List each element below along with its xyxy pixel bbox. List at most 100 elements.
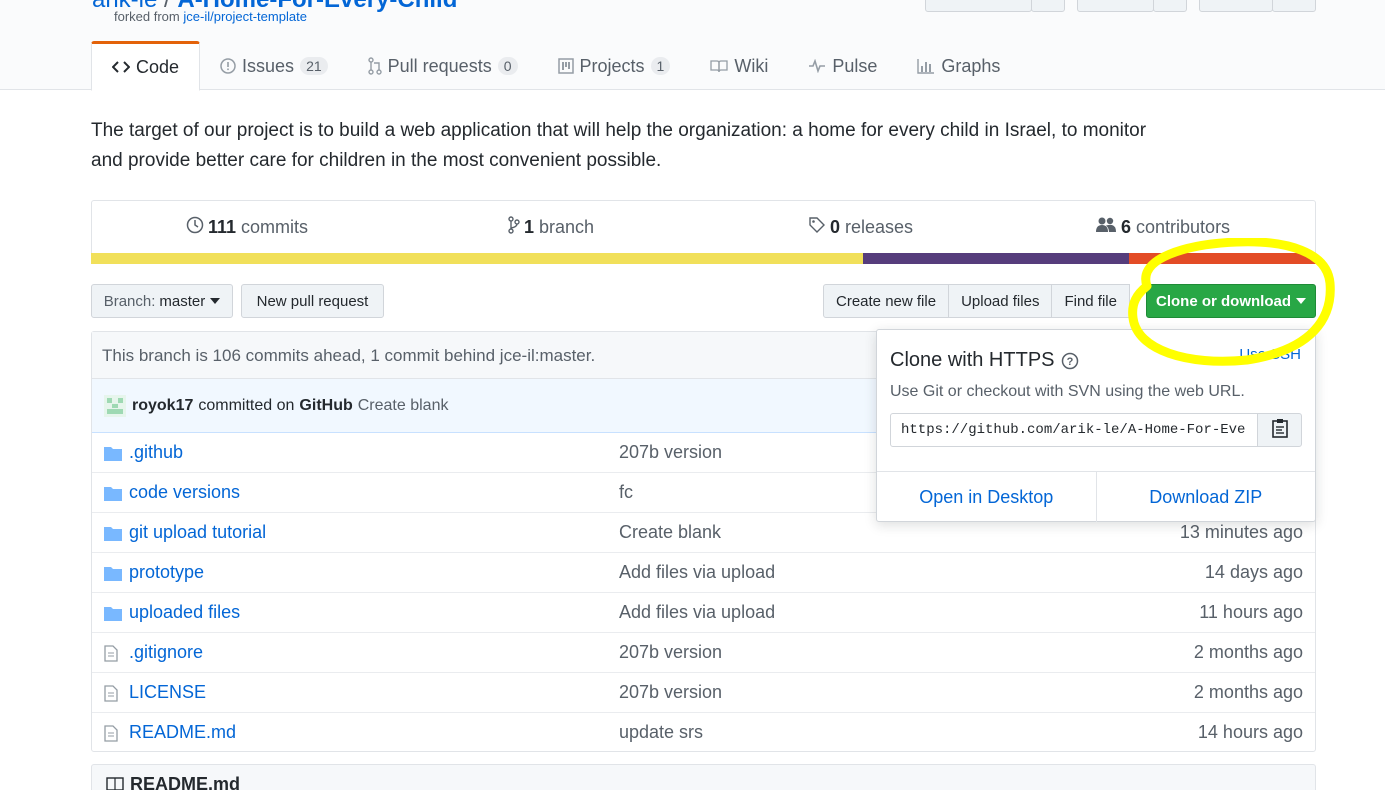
file-commit-message[interactable]: 207b version: [619, 442, 722, 463]
book-icon: [710, 59, 728, 73]
file-commit-message[interactable]: 207b version: [619, 682, 722, 703]
releases-label: releases: [845, 217, 914, 237]
file-name-link[interactable]: LICENSE: [129, 682, 206, 703]
clone-title: Clone with HTTPS ?: [890, 349, 1079, 372]
copy-to-clipboard-button[interactable]: [1257, 413, 1302, 447]
issue-icon: [220, 58, 236, 74]
language-bar[interactable]: [91, 253, 1316, 264]
commits-label: commits: [241, 217, 309, 237]
fork-count[interactable]: [1272, 0, 1316, 12]
graph-icon: [917, 58, 935, 74]
download-zip-button[interactable]: Download ZIP: [1097, 472, 1316, 522]
file-age: 14 hours ago: [1197, 722, 1303, 742]
tab-code[interactable]: Code: [91, 41, 201, 91]
file-age: 11 hours ago: [1199, 602, 1303, 622]
language-bar-segment[interactable]: [91, 253, 863, 264]
branch-label: branch: [539, 217, 595, 237]
new-pull-request-button[interactable]: New pull request: [241, 284, 384, 318]
contributors-count: 6: [1121, 217, 1132, 237]
language-bar-segment[interactable]: [862, 253, 1129, 264]
watch-count[interactable]: [1031, 0, 1065, 12]
question-icon[interactable]: ?: [1061, 352, 1079, 370]
tab-issues[interactable]: Issues 21: [200, 41, 348, 91]
commits-link[interactable]: 111 commits: [186, 216, 308, 239]
branches-link[interactable]: 1 branch: [508, 216, 594, 239]
tab-wiki[interactable]: Wiki: [690, 41, 788, 91]
avatar[interactable]: [104, 394, 126, 417]
tab-label: Code: [136, 56, 180, 77]
watch-button[interactable]: [925, 0, 1032, 12]
file-name-link[interactable]: uploaded files: [129, 602, 240, 623]
file-name-link[interactable]: README.md: [129, 722, 236, 743]
tab-graphs[interactable]: Graphs: [897, 41, 1020, 91]
language-bar-segment[interactable]: [1128, 253, 1316, 264]
folder-icon: [104, 565, 122, 586]
folder-icon: [104, 445, 122, 466]
projects-count-badge: 1: [650, 57, 671, 75]
file-name-link[interactable]: .github: [129, 442, 183, 463]
file-age: 2 months ago: [1193, 642, 1303, 662]
folder-icon: [104, 605, 122, 626]
file-name-link[interactable]: code versions: [129, 482, 240, 503]
branch-select-name: master: [159, 292, 206, 310]
file-commit-message[interactable]: 207b version: [619, 642, 722, 663]
folder-icon: [104, 485, 122, 506]
branch-select-button[interactable]: Branch: master: [91, 284, 233, 318]
star-count[interactable]: [1153, 0, 1187, 12]
svg-text:?: ?: [1066, 356, 1073, 368]
tab-label: Wiki: [734, 55, 769, 76]
file-name-link[interactable]: git upload tutorial: [129, 522, 266, 543]
table-row: prototype Add files via upload 14 days a…: [92, 553, 1315, 593]
people-icon: [1095, 216, 1117, 239]
releases-count: 0: [830, 217, 841, 237]
tab-pull-requests[interactable]: Pull requests 0: [348, 41, 538, 91]
tab-label: Issues: [242, 55, 295, 76]
upload-files-button[interactable]: Upload files: [948, 284, 1053, 318]
clone-url-input[interactable]: [890, 413, 1258, 447]
fork-button[interactable]: [1199, 0, 1273, 12]
pr-count-badge: 0: [497, 57, 518, 75]
branch-count: 1: [524, 217, 535, 237]
clone-dropdown: Clone with HTTPS ? Use SSH Use Git or ch…: [876, 329, 1316, 522]
pulse-icon: [808, 59, 826, 73]
tab-projects[interactable]: Projects 1: [538, 41, 691, 91]
tab-label: Pull requests: [387, 55, 492, 76]
contributors-label: contributors: [1136, 217, 1231, 237]
releases-link[interactable]: 0 releases: [808, 216, 913, 239]
commit-message-link[interactable]: Create blank: [358, 397, 449, 415]
tab-label: Projects: [579, 55, 645, 76]
use-ssh-link[interactable]: Use SSH: [1239, 346, 1301, 363]
forked-from-prefix: forked from: [114, 9, 180, 24]
file-icon: [104, 725, 118, 747]
caret-down-icon: [1296, 298, 1306, 304]
repo-description: The target of our project is to build a …: [91, 120, 1147, 171]
file-commit-message[interactable]: Add files via upload: [619, 562, 775, 583]
file-name-link[interactable]: prototype: [129, 562, 204, 583]
file-name-link[interactable]: .gitignore: [129, 642, 203, 663]
contributors-link[interactable]: 6 contributors: [1095, 216, 1230, 239]
code-icon: [112, 60, 130, 74]
commit-middle-text: committed on: [198, 396, 295, 414]
create-new-file-button[interactable]: Create new file: [823, 284, 950, 318]
find-file-button[interactable]: Find file: [1051, 284, 1130, 318]
file-commit-message[interactable]: Create blank: [619, 522, 721, 543]
forked-from-link[interactable]: jce-il/project-template: [183, 9, 307, 24]
commit-author-link[interactable]: royok17: [132, 397, 193, 415]
clone-or-download-button[interactable]: Clone or download: [1146, 284, 1316, 318]
file-commit-message[interactable]: update srs: [619, 722, 703, 743]
star-button[interactable]: [1077, 0, 1154, 12]
repo-nav-tabs: Code Issues 21 Pull requests 0 Projects …: [91, 41, 1020, 91]
clone-or-download-label: Clone or download: [1156, 292, 1291, 310]
file-age: 14 days ago: [1204, 562, 1303, 582]
table-row: .gitignore 207b version 2 months ago: [92, 633, 1315, 673]
book-icon: [106, 777, 124, 790]
folder-icon: [104, 525, 122, 546]
tab-label: Graphs: [941, 55, 1001, 76]
file-commit-message[interactable]: fc: [619, 482, 633, 503]
caret-down-icon: [210, 298, 221, 304]
commit-committer: GitHub: [299, 396, 353, 414]
forked-from-line: forked from jce-il/project-template: [114, 9, 307, 24]
file-commit-message[interactable]: Add files via upload: [619, 602, 775, 623]
open-in-desktop-button[interactable]: Open in Desktop: [877, 472, 1097, 522]
tab-pulse[interactable]: Pulse: [788, 41, 897, 91]
